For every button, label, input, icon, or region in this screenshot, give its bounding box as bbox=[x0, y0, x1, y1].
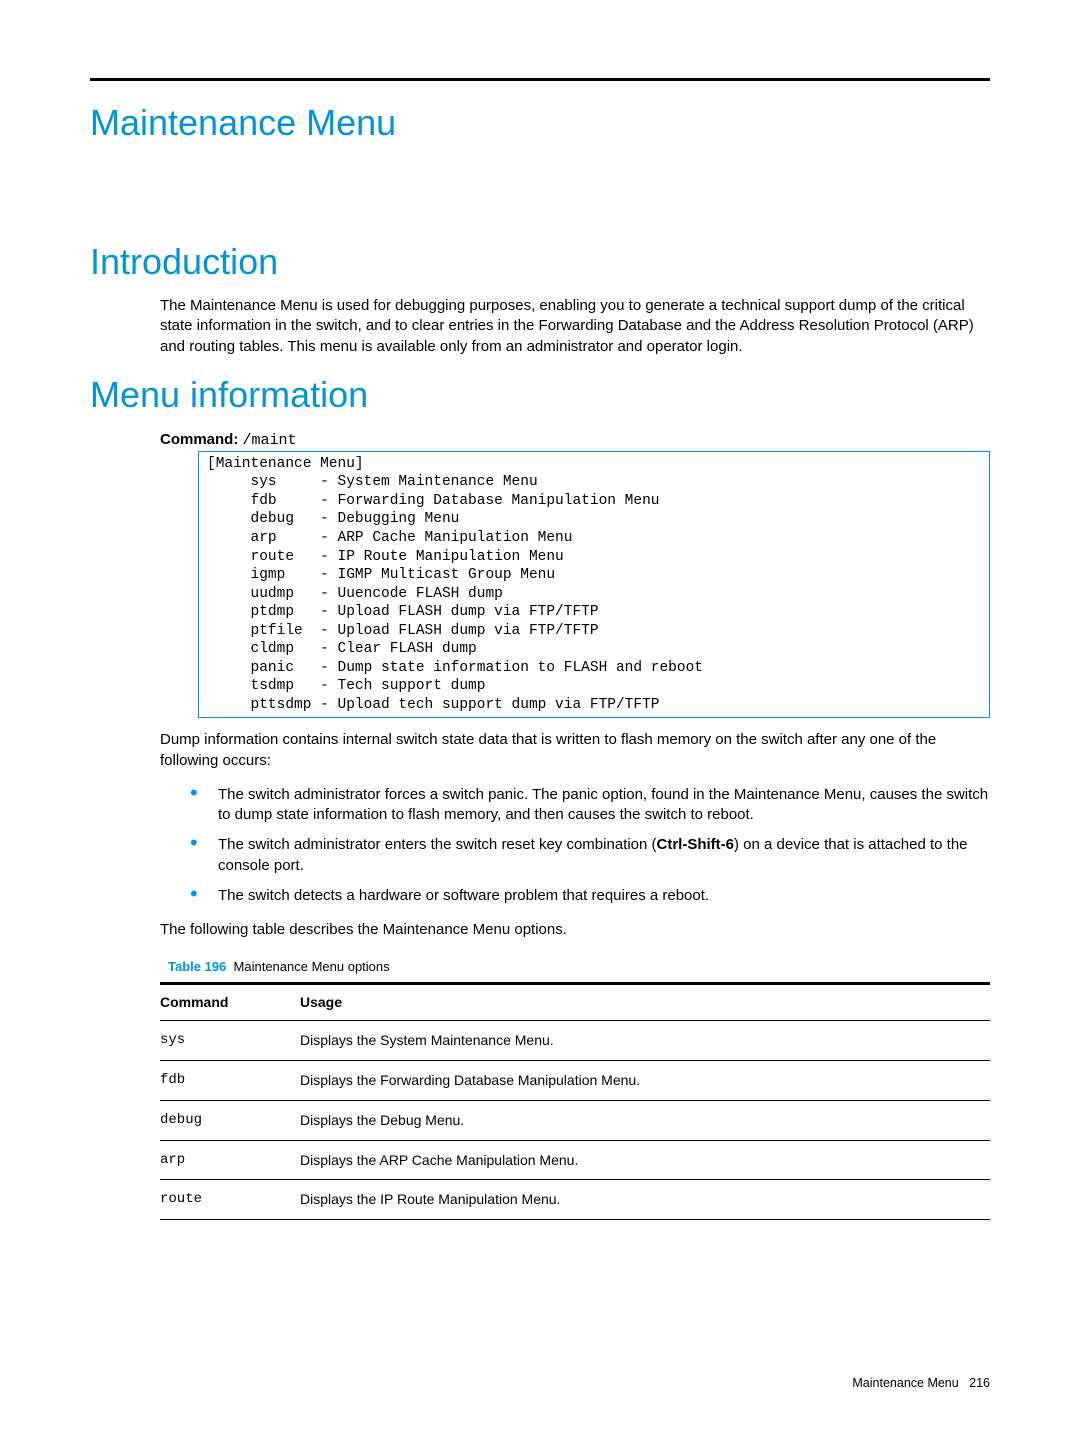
command-label: Command: bbox=[160, 431, 238, 448]
cell-command: fdb bbox=[160, 1060, 300, 1100]
cell-usage: Displays the IP Route Manipulation Menu. bbox=[300, 1180, 990, 1220]
table-lead: The following table describes the Mainte… bbox=[160, 920, 990, 940]
table-row: arp Displays the ARP Cache Manipulation … bbox=[160, 1140, 990, 1180]
dump-info-paragraph: Dump information contains internal switc… bbox=[160, 730, 990, 771]
cell-command: sys bbox=[160, 1020, 300, 1060]
footer-label: Maintenance Menu bbox=[852, 1376, 958, 1390]
cell-command: debug bbox=[160, 1100, 300, 1140]
table-caption-text: Maintenance Menu options bbox=[234, 959, 390, 974]
intro-heading: Introduction bbox=[90, 238, 990, 287]
bullet-list: The switch administrator forces a switch… bbox=[190, 785, 990, 906]
footer-page-number: 216 bbox=[969, 1376, 990, 1390]
cell-command: route bbox=[160, 1180, 300, 1220]
menu-info-heading: Menu information bbox=[90, 371, 990, 420]
intro-paragraph: The Maintenance Menu is used for debuggi… bbox=[160, 296, 990, 357]
table-row: debug Displays the Debug Menu. bbox=[160, 1100, 990, 1140]
top-rule bbox=[90, 78, 990, 81]
cell-usage: Displays the System Maintenance Menu. bbox=[300, 1020, 990, 1060]
table-number: Table 196 bbox=[168, 959, 226, 974]
table-row: fdb Displays the Forwarding Database Man… bbox=[160, 1060, 990, 1100]
command-line: Command: /maint bbox=[160, 430, 990, 451]
cell-usage: Displays the ARP Cache Manipulation Menu… bbox=[300, 1140, 990, 1180]
cell-usage: Displays the Forwarding Database Manipul… bbox=[300, 1060, 990, 1100]
cell-usage: Displays the Debug Menu. bbox=[300, 1100, 990, 1140]
command-value: /maint bbox=[243, 432, 297, 449]
table-row: route Displays the IP Route Manipulation… bbox=[160, 1180, 990, 1220]
page-footer: Maintenance Menu 216 bbox=[852, 1375, 990, 1392]
options-table: Command Usage sys Displays the System Ma… bbox=[160, 982, 990, 1220]
list-item: The switch detects a hardware or softwar… bbox=[190, 886, 990, 906]
table-row: sys Displays the System Maintenance Menu… bbox=[160, 1020, 990, 1060]
col-usage: Usage bbox=[300, 983, 990, 1020]
col-command: Command bbox=[160, 983, 300, 1020]
terminal-output: [Maintenance Menu] sys - System Maintena… bbox=[198, 451, 990, 719]
cell-command: arp bbox=[160, 1140, 300, 1180]
list-item: The switch administrator forces a switch… bbox=[190, 785, 990, 826]
bullet-text-pre: The switch administrator enters the swit… bbox=[218, 836, 657, 853]
list-item: The switch administrator enters the swit… bbox=[190, 835, 990, 876]
page-title: Maintenance Menu bbox=[90, 99, 990, 148]
key-combo: Ctrl-Shift-6 bbox=[657, 836, 735, 853]
table-caption: Table 196 Maintenance Menu options bbox=[168, 958, 990, 976]
table-header-row: Command Usage bbox=[160, 983, 990, 1020]
